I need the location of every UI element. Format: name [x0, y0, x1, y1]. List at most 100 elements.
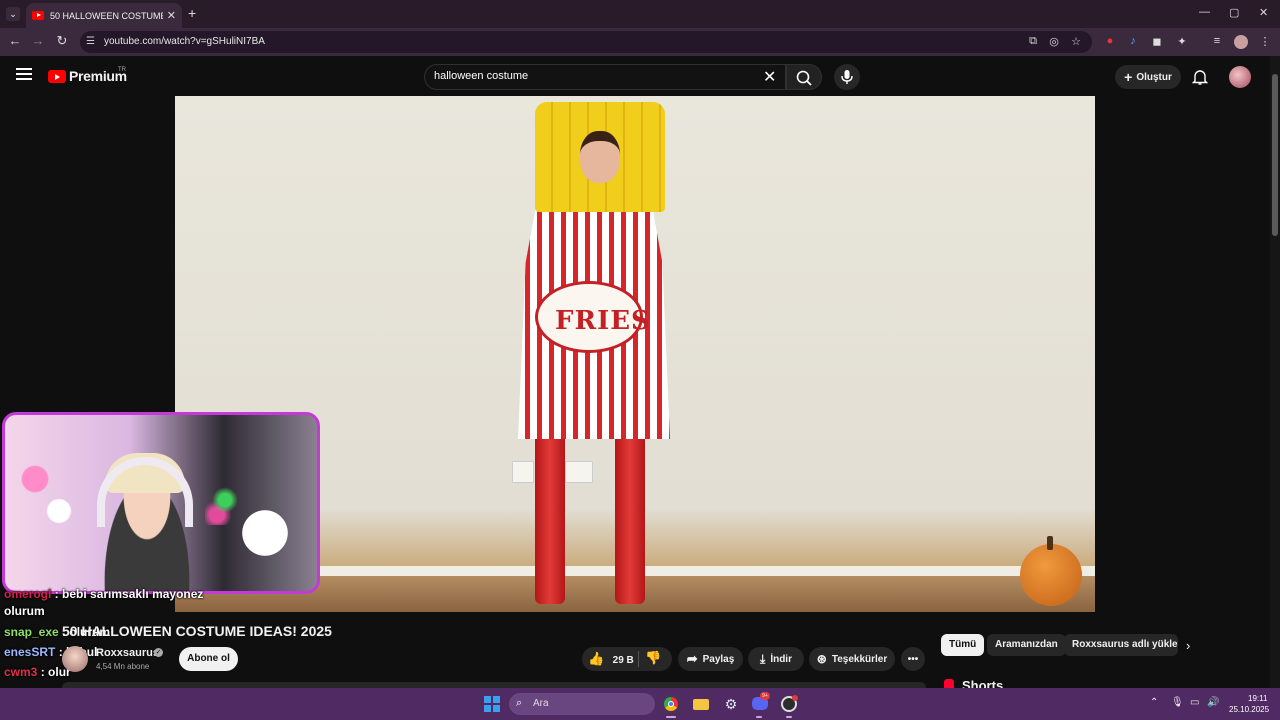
channel-name[interactable]: Roxxsaurus — [96, 647, 159, 659]
pumpkin-stem — [1047, 536, 1053, 550]
tab-search-button[interactable]: ⌄ — [6, 7, 20, 21]
discord-notification-badge: 9+ — [760, 692, 770, 700]
chat-user: cwm3 — [4, 665, 38, 679]
share-button[interactable]: ➦ Paylaş — [678, 647, 743, 671]
channel-avatar[interactable] — [62, 646, 88, 672]
chip-from-uploader[interactable]: Roxxsaurus adlı yükleyic — [1064, 634, 1178, 656]
microphone-icon — [841, 70, 853, 84]
display-tray-icon[interactable]: ▭ — [1190, 697, 1199, 708]
tab-title: 50 HALLOWEEN COSTUME IDEAS — [50, 10, 163, 21]
download-icon: ⤓ — [760, 651, 766, 666]
reading-list-icon[interactable]: ≡ — [1210, 35, 1224, 47]
chat-user: omerogl — [4, 587, 52, 601]
browser-tab-active[interactable]: 50 HALLOWEEN COSTUME IDEAS ✕ — [26, 3, 182, 28]
more-actions-button[interactable]: ••• — [901, 647, 925, 671]
download-button[interactable]: ⤓ İndir — [748, 647, 804, 671]
chat-text: olurum — [4, 604, 45, 618]
back-button[interactable]: ← — [6, 33, 24, 48]
chat-user: enesSRT — [4, 645, 56, 659]
like-divider — [638, 651, 639, 667]
chat-text: bebi sarımsaklı mayonez — [62, 587, 204, 601]
taskbar-clock-date[interactable]: 25.10.2025 — [1229, 705, 1269, 714]
notifications-button[interactable] — [1191, 68, 1209, 91]
video-title: 50 HALLOWEEN COSTUME IDEAS! 2025 — [62, 623, 332, 639]
extension-audio-icon[interactable]: ♪ — [1126, 35, 1140, 47]
youtube-logo-icon[interactable] — [48, 70, 66, 83]
streamer-webcam-overlay — [2, 412, 320, 594]
microphone-tray-icon[interactable]: 🎙 — [1171, 697, 1184, 708]
chat-message: omerogl : bebi sarımsaklı mayonez — [4, 587, 204, 601]
profile-avatar-icon[interactable] — [1234, 35, 1248, 49]
minimize-window-button[interactable]: — — [1199, 6, 1210, 18]
verified-check-icon: ✓ — [154, 648, 163, 657]
chrome-active-indicator — [666, 716, 676, 718]
maximize-window-button[interactable]: ▢ — [1229, 6, 1239, 19]
scrollbar-thumb[interactable] — [1272, 74, 1278, 236]
chat-message: olurum — [4, 604, 45, 618]
obs-recording-badge — [792, 695, 798, 701]
chat-user: snap_exe — [4, 625, 59, 639]
chevron-right-icon[interactable]: › — [1186, 638, 1190, 653]
extensions-puzzle-icon[interactable]: ✦ — [1175, 35, 1189, 48]
create-button[interactable]: + Oluştur — [1115, 65, 1181, 89]
url-text[interactable]: youtube.com/watch?v=gSHuliNI7BA — [104, 36, 265, 47]
dislike-button[interactable]: 👎 — [645, 650, 661, 666]
pumpkin-decoration — [1020, 544, 1082, 606]
site-info-icon[interactable]: ☰ — [86, 36, 95, 47]
thumbs-up-icon: 👍 — [588, 651, 605, 666]
extension-icon[interactable]: ◼ — [1150, 35, 1164, 48]
new-tab-button[interactable]: + — [188, 5, 196, 21]
chip-all[interactable]: Tümü — [941, 634, 985, 656]
reload-button[interactable]: ↻ — [53, 33, 71, 49]
chip-from-search[interactable]: Aramanızdan — [987, 634, 1066, 656]
cast-icon[interactable]: ⧉ — [1026, 35, 1040, 48]
webcam-shelf-toys — [17, 455, 77, 535]
wall-socket — [565, 461, 593, 483]
steam-taskbar-icon[interactable]: ⚙ — [721, 694, 741, 714]
close-tab-icon[interactable]: ✕ — [167, 9, 176, 22]
bookmark-star-icon[interactable]: ☆ — [1069, 35, 1083, 48]
like-count: 29 B — [612, 655, 634, 666]
red-boot-left — [535, 434, 565, 604]
menu-hamburger-icon[interactable] — [16, 68, 32, 83]
create-label: Oluştur — [1136, 71, 1172, 83]
search-icon — [796, 70, 812, 86]
bell-icon — [1191, 70, 1209, 85]
volume-tray-icon[interactable]: 🔊 — [1207, 697, 1219, 708]
file-explorer-taskbar-icon[interactable] — [691, 694, 711, 714]
tracking-blocked-icon[interactable]: ◎ — [1047, 35, 1061, 48]
thanks-button[interactable]: ⊛ Teşekkürler — [809, 647, 895, 671]
taskbar-clock-time[interactable]: 19:11 — [1248, 694, 1267, 703]
taskbar-search-icon: ⌕ — [516, 697, 523, 709]
discord-running-indicator — [756, 716, 762, 718]
region-code: TR — [118, 67, 126, 73]
super-thanks-icon: ⊛ — [816, 652, 827, 666]
webcam-plush-toy — [237, 503, 293, 563]
youtube-favicon-icon — [32, 11, 44, 20]
voice-search-button[interactable] — [834, 64, 860, 90]
like-button[interactable]: 👍 29 B — [588, 650, 634, 668]
chrome-taskbar-icon[interactable] — [661, 694, 681, 714]
search-button[interactable] — [786, 64, 822, 90]
plus-icon: + — [1124, 69, 1133, 85]
more-dots-icon: ••• — [907, 653, 919, 665]
tray-overflow-chevron-icon[interactable]: ⌃ — [1150, 697, 1158, 708]
clear-search-icon[interactable]: ✕ — [763, 67, 776, 87]
search-query[interactable]: halloween costume — [434, 70, 528, 82]
taskbar-search-placeholder[interactable]: Ara — [533, 698, 549, 709]
obs-running-indicator — [786, 716, 792, 718]
thumbs-down-icon: 👎 — [645, 650, 662, 665]
close-window-button[interactable]: ✕ — [1259, 6, 1268, 19]
chat-message: cwm3 : olur — [4, 665, 71, 679]
extension-adblock-icon[interactable]: ● — [1103, 35, 1117, 47]
windows-start-icon[interactable] — [484, 696, 500, 712]
chrome-menu-icon[interactable]: ⋮ — [1258, 35, 1272, 48]
share-arrow-icon: ➦ — [686, 651, 698, 666]
red-boot-right — [615, 434, 645, 604]
subscriber-count: 4,54 Mn abone — [96, 662, 150, 671]
subscribe-button[interactable]: Abone ol — [179, 647, 238, 671]
taskbar-search-box[interactable] — [509, 693, 655, 715]
account-avatar[interactable] — [1229, 66, 1251, 88]
fries-label-text: FRIES — [555, 306, 651, 336]
forward-button[interactable]: → — [29, 33, 47, 48]
